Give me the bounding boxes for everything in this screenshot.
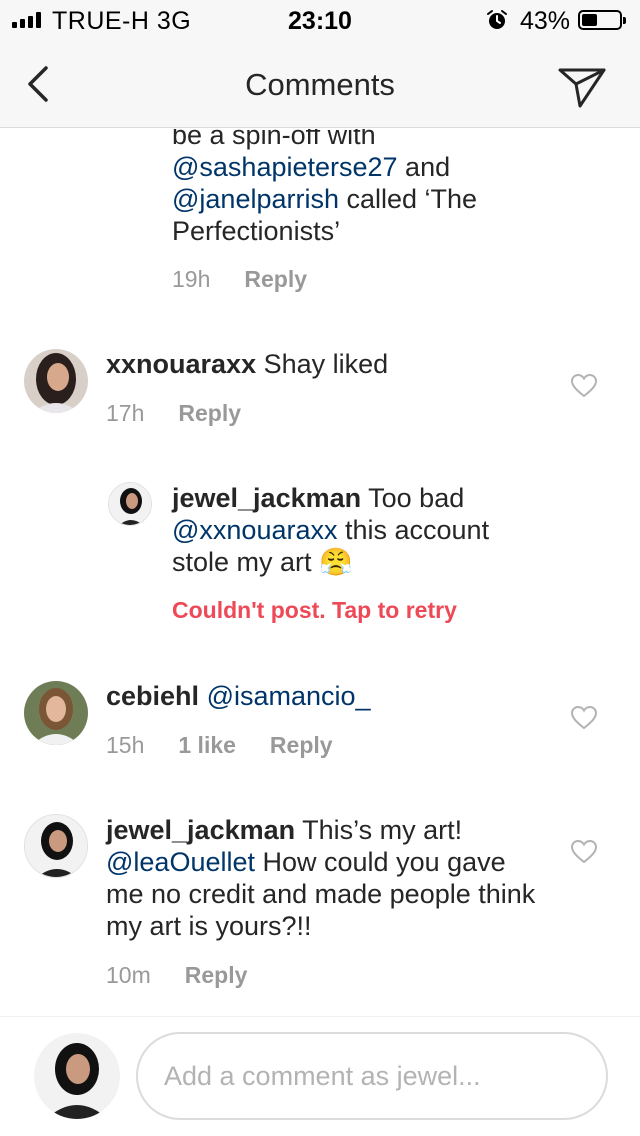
heart-icon[interactable] (571, 840, 597, 864)
comment-composer: Add a comment as jewel... (0, 1016, 640, 1136)
heart-icon[interactable] (571, 706, 597, 730)
comment-text: and (397, 152, 451, 182)
comment-input[interactable]: Add a comment as jewel... (136, 1032, 608, 1120)
paper-plane-icon[interactable] (556, 62, 608, 110)
heart-icon[interactable] (571, 374, 597, 398)
comment-body: jewel_jackman Too bad @xxnouaraxx this a… (172, 482, 532, 578)
avatar (34, 1033, 120, 1119)
comment-meta: 10m Reply (106, 962, 247, 989)
battery-icon (578, 10, 626, 30)
partial-comment-text: be a spin-off with @sashapieterse27 and … (172, 129, 552, 247)
username-link[interactable]: xxnouaraxx (106, 349, 256, 379)
reply-button[interactable]: Reply (244, 266, 307, 293)
avatar[interactable] (24, 814, 88, 878)
reply-button[interactable]: Reply (185, 962, 248, 989)
comment-time: 15h (106, 732, 145, 758)
username-link[interactable]: jewel_jackman (106, 815, 295, 845)
comments-list[interactable]: be a spin-off with @sashapieterse27 and … (0, 129, 640, 1015)
mention-link[interactable]: @sashapieterse27 (172, 152, 398, 182)
avatar[interactable] (24, 681, 88, 745)
username-link[interactable]: jewel_jackman (172, 483, 361, 513)
nav-bar: Comments (0, 40, 640, 128)
status-bar: TRUE-H 3G 23:10 43% (0, 0, 640, 40)
comment-time: 10m (106, 962, 151, 988)
reply-button[interactable]: Reply (270, 732, 333, 759)
retry-error-text[interactable]: Couldn't post. Tap to retry (172, 597, 457, 624)
comment-body: cebiehl @isamancio_ (106, 680, 546, 712)
comment-body: xxnouaraxx Shay liked (106, 348, 546, 380)
comment-meta: 15h 1 like Reply (106, 732, 333, 759)
comment-meta: 17h Reply (106, 400, 241, 427)
comment-text: Too bad (361, 483, 465, 513)
comment-body: jewel_jackman This’s my art! @leaOuellet… (106, 814, 546, 942)
comment-text: This’s my art! (295, 815, 463, 845)
angry-face-emoji: 😤 (319, 547, 353, 577)
comment-time: 17h (106, 400, 145, 426)
comment-text: Shay liked (256, 349, 389, 379)
mention-link[interactable]: @isamancio_ (207, 681, 371, 711)
comment-text: be a spin-off with (172, 129, 376, 150)
reply-button[interactable]: Reply (178, 400, 241, 427)
battery-percent: 43% (520, 7, 571, 35)
likes-count[interactable]: 1 like (178, 732, 236, 759)
mention-link[interactable]: @janelparrish (172, 184, 339, 214)
comment-time: 19h (172, 266, 211, 292)
avatar[interactable] (24, 349, 88, 413)
username-link[interactable]: cebiehl (106, 681, 199, 711)
alarm-icon (487, 10, 507, 29)
comment-meta: 19h Reply (172, 266, 307, 293)
comment-input-placeholder: Add a comment as jewel... (164, 1061, 481, 1091)
mention-link[interactable]: @xxnouaraxx (172, 515, 337, 545)
mention-link[interactable]: @leaOuellet (106, 847, 255, 877)
page-title: Comments (245, 67, 395, 102)
avatar[interactable] (108, 482, 152, 526)
